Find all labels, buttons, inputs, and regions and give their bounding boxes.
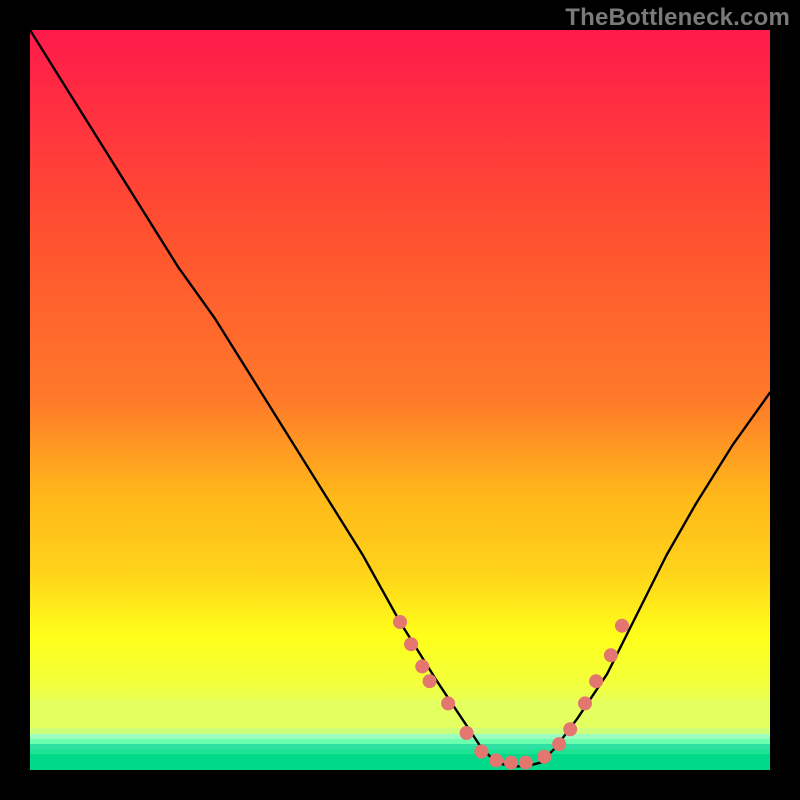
bottleneck-chart [30,30,770,770]
green-stripe-1 [30,734,770,739]
plot-area [30,30,770,770]
marker-point [615,619,629,633]
marker-point [589,674,603,688]
marker-point [504,756,518,770]
watermark-text: TheBottleneck.com [565,4,790,32]
green-stripe-2 [30,739,770,744]
marker-point [563,722,577,736]
marker-point [578,696,592,710]
marker-point [415,659,429,673]
green-stripe-0 [30,728,770,734]
green-stripe-4 [30,749,770,754]
marker-point [460,726,474,740]
marker-point [474,745,488,759]
marker-point [519,756,533,770]
marker-point [404,637,418,651]
marker-point [552,737,566,751]
marker-point [441,696,455,710]
marker-point [604,648,618,662]
chart-frame: TheBottleneck.com [0,0,800,800]
green-stripe-3 [30,744,770,749]
marker-point [423,674,437,688]
green-stripe-5 [30,754,770,770]
marker-point [489,753,503,767]
gradient-background [30,30,770,770]
marker-point [393,615,407,629]
marker-point [537,750,551,764]
